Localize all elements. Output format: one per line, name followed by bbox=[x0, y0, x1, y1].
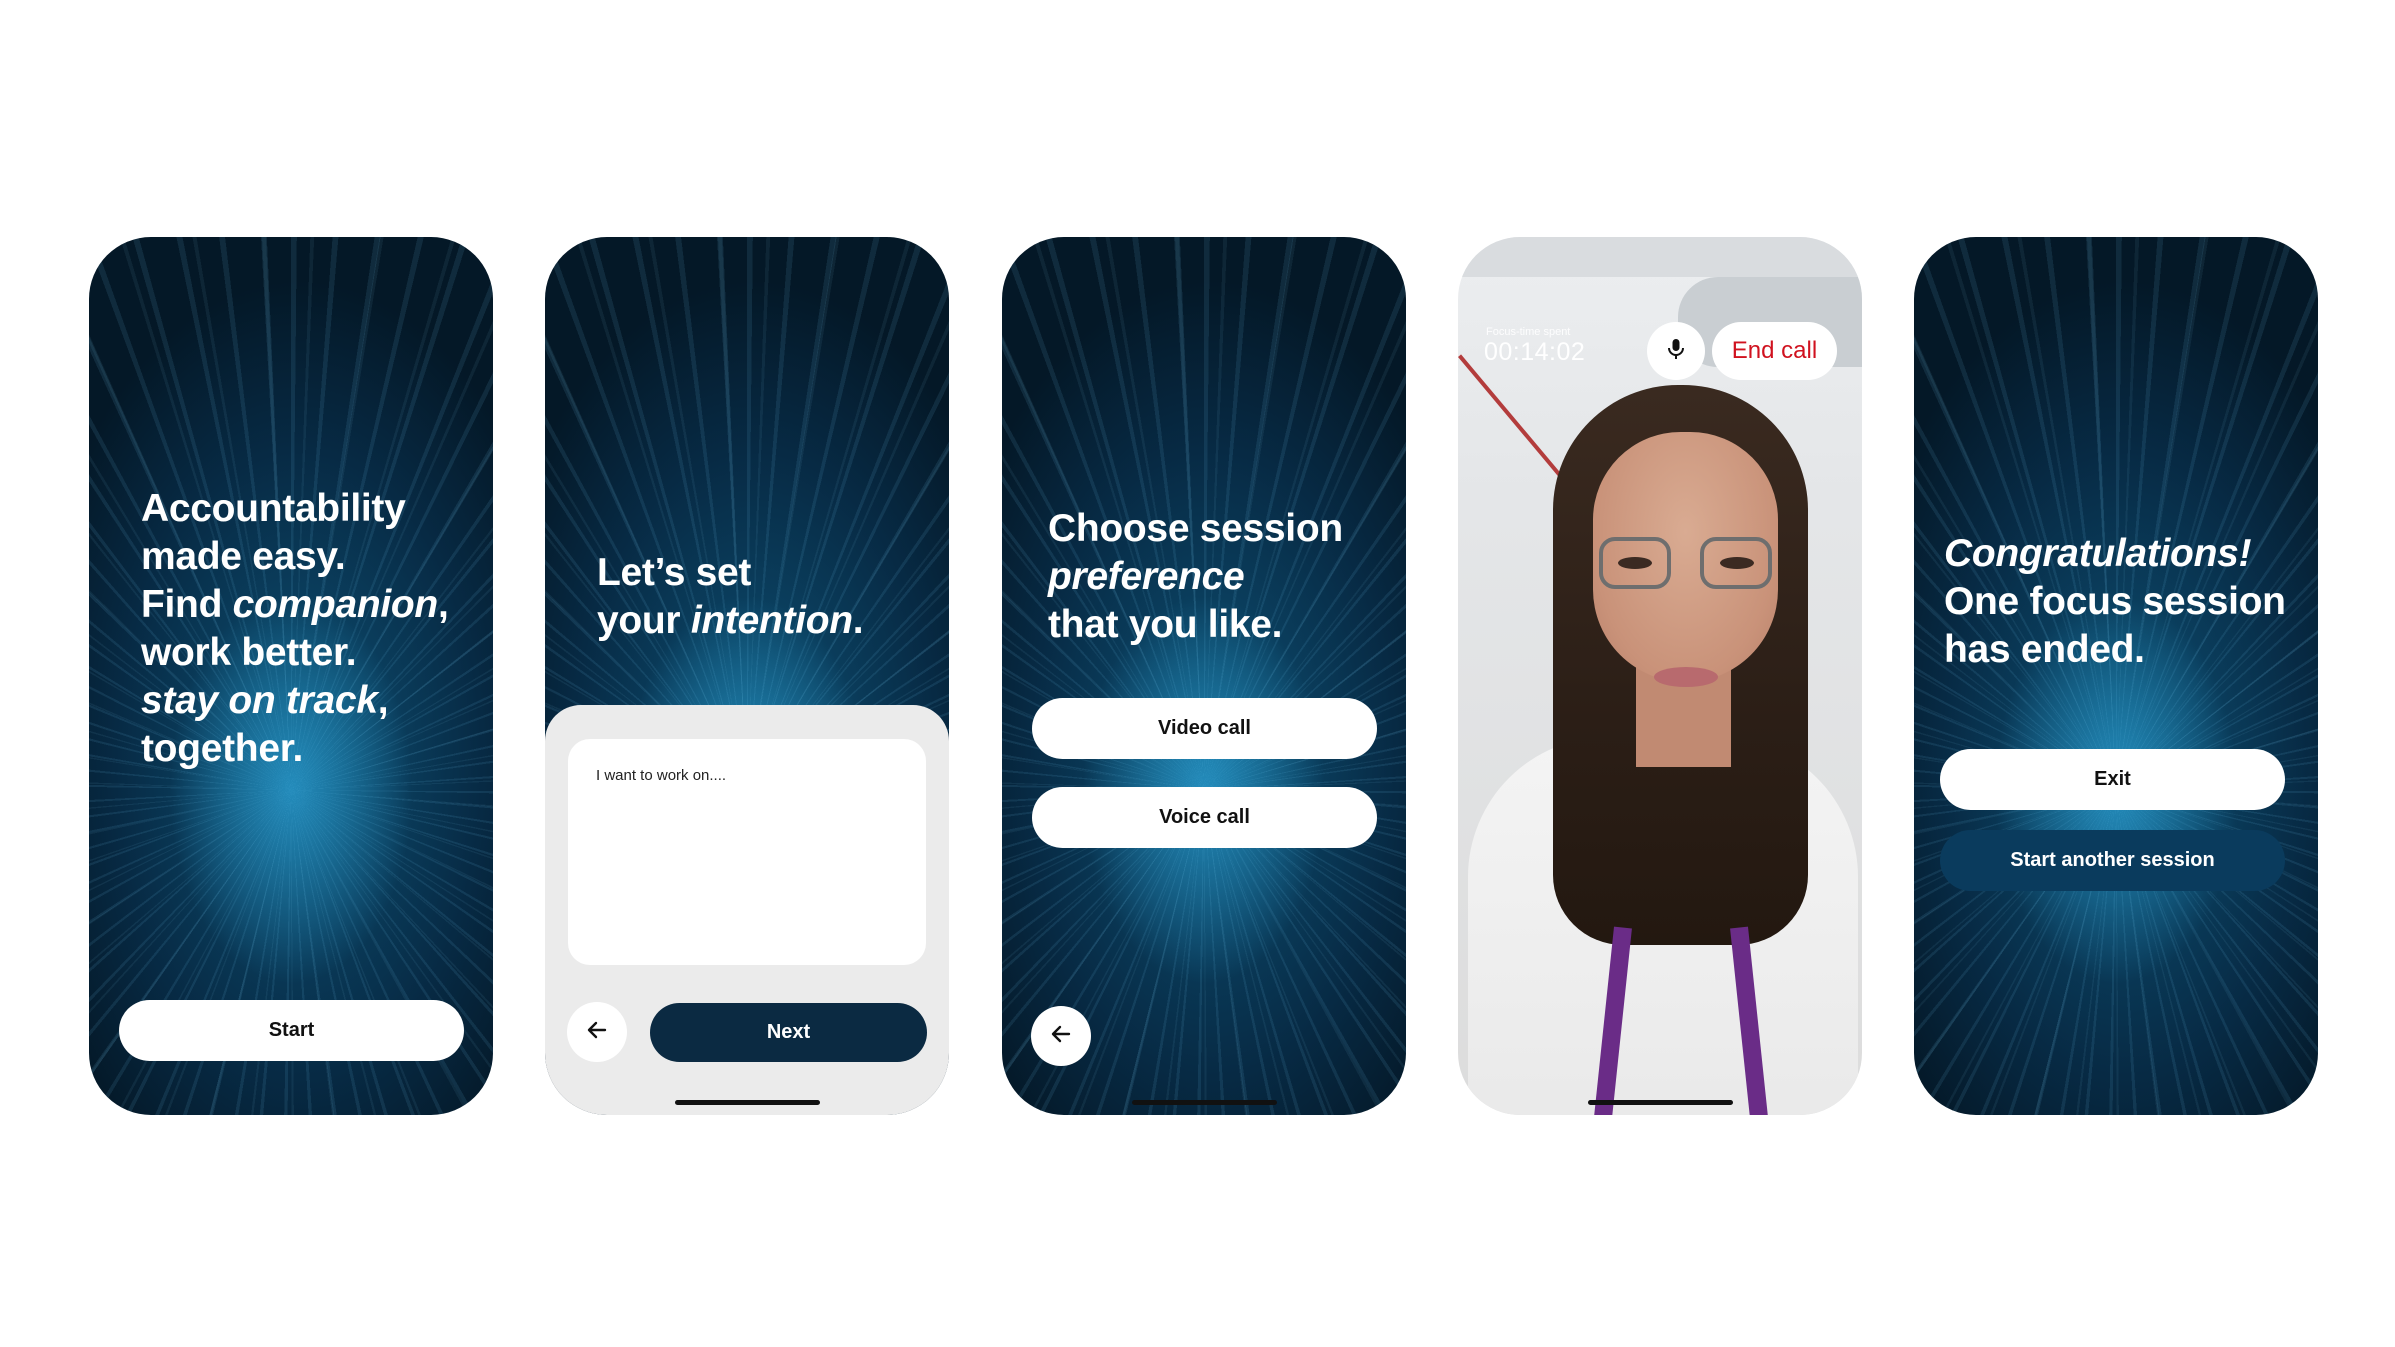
screen-session-complete: Congratulations! One focus session has end… bbox=[1914, 237, 2318, 1115]
headline-line: Choose session bbox=[1048, 507, 1343, 550]
screen-preference: Choose session preference that you like. V… bbox=[1002, 237, 1406, 1115]
exit-button[interactable]: Exit bbox=[1940, 749, 2285, 810]
intention-textbox[interactable]: I want to work on.... bbox=[568, 739, 926, 965]
start-button[interactable]: Start bbox=[119, 1000, 464, 1061]
intention-textbox-placeholder: I want to work on.... bbox=[596, 767, 727, 784]
headline-line: Let’s set bbox=[597, 551, 752, 594]
home-indicator bbox=[1588, 1100, 1733, 1105]
back-button[interactable] bbox=[567, 1002, 627, 1062]
headline-line: that you like. bbox=[1048, 603, 1283, 646]
mute-button[interactable] bbox=[1647, 322, 1705, 380]
headline-line: has ended. bbox=[1944, 628, 2145, 671]
voice-call-button[interactable]: Voice call bbox=[1032, 787, 1377, 848]
arrow-left-icon bbox=[585, 1018, 609, 1047]
intention-sheet: I want to work on.... Next bbox=[545, 705, 949, 1115]
focus-time-label: Focus-time spent bbox=[1486, 326, 1571, 338]
headline-line: together. bbox=[141, 727, 303, 770]
headline-line: Accountability bbox=[141, 487, 406, 530]
headline-line: stay on track, bbox=[141, 679, 389, 722]
onboarding-headline: Accountability made easy. Find companion, w… bbox=[141, 485, 449, 773]
headline-line: Find companion, bbox=[141, 583, 449, 626]
headline-line: One focus session bbox=[1944, 580, 2286, 623]
headline-line: work better. bbox=[141, 631, 357, 674]
home-indicator bbox=[1132, 1100, 1277, 1105]
complete-headline: Congratulations! One focus session has end… bbox=[1944, 530, 2286, 674]
next-button[interactable]: Next bbox=[650, 1003, 927, 1062]
focus-time-value: 00:14:02 bbox=[1484, 338, 1586, 366]
start-another-session-button[interactable]: Start another session bbox=[1940, 830, 2285, 891]
screen-intention: Let’s set your intention. I want to work … bbox=[545, 237, 949, 1115]
screen-video-call: Focus-time spent 00:14:02 End call bbox=[1458, 237, 1862, 1115]
microphone-icon bbox=[1666, 337, 1686, 366]
intention-headline: Let’s set your intention. bbox=[597, 549, 864, 645]
video-call-button[interactable]: Video call bbox=[1032, 698, 1377, 759]
home-indicator bbox=[675, 1100, 820, 1105]
headline-line: your intention. bbox=[597, 599, 864, 642]
headline-line: made easy. bbox=[141, 535, 346, 578]
end-call-button[interactable]: End call bbox=[1712, 322, 1837, 380]
back-button[interactable] bbox=[1031, 1006, 1091, 1066]
arrow-left-icon bbox=[1049, 1022, 1073, 1051]
headline-line: preference bbox=[1048, 555, 1245, 598]
preference-headline: Choose session preference that you like. bbox=[1048, 505, 1343, 649]
headline-line: Congratulations! bbox=[1944, 532, 2252, 575]
screen-onboarding: Accountability made easy. Find companion, w… bbox=[89, 237, 493, 1115]
